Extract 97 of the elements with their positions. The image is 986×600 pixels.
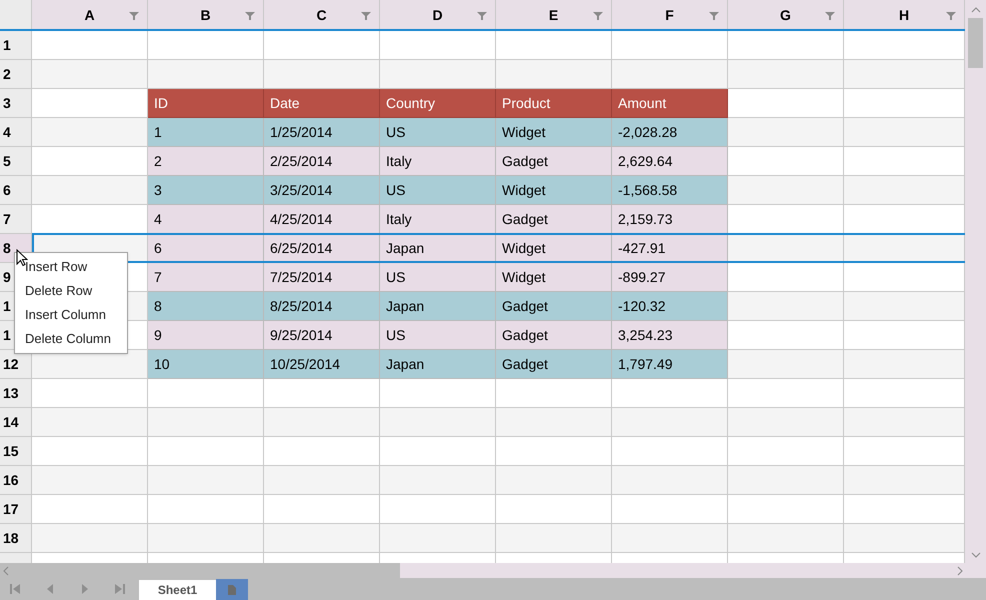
filter-icon[interactable] [361,11,371,21]
table-cell: 4/25/2014 [264,205,380,234]
column-header[interactable]: A [32,0,148,29]
table-cell: 1,797.49 [612,350,728,379]
row-header[interactable]: 1 [0,31,32,60]
table-cell: US [380,263,496,292]
table-header-cell: Country [380,89,496,118]
row-header[interactable]: 6 [0,176,32,205]
scroll-up-icon[interactable] [970,6,980,14]
scrollbar-thumb[interactable] [0,563,400,578]
last-sheet-icon[interactable] [114,583,126,595]
menu-item[interactable]: Insert Column [15,303,127,327]
table-cell: US [380,176,496,205]
table-cell: Widget [496,176,612,205]
table-cell: Japan [380,292,496,321]
table-cell: 6/25/2014 [264,234,380,263]
table-cell: 9/25/2014 [264,321,380,350]
column-header[interactable]: B [148,0,264,29]
filter-icon[interactable] [946,11,956,21]
table-cell: Japan [380,350,496,379]
table-cell: -899.27 [612,263,728,292]
table-cell: Gadget [496,321,612,350]
menu-item[interactable]: Delete Column [15,327,127,351]
table-cell: 3 [148,176,264,205]
table-cell: 4 [148,205,264,234]
row-header[interactable]: 12 [0,350,32,379]
filter-icon[interactable] [593,11,603,21]
filter-icon[interactable] [129,11,139,21]
filter-icon[interactable] [477,11,487,21]
table-cell: -427.91 [612,234,728,263]
row-header[interactable]: 2 [0,60,32,89]
table-cell: 3/25/2014 [264,176,380,205]
table-cell: 1/25/2014 [264,118,380,147]
table-cell: 2,159.73 [612,205,728,234]
table-cell: Gadget [496,350,612,379]
table-cell: Gadget [496,147,612,176]
table-cell: 9 [148,321,264,350]
row-header[interactable]: 4 [0,118,32,147]
corner-cell[interactable] [0,0,32,29]
table-cell: 2/25/2014 [264,147,380,176]
add-sheet-button[interactable] [216,579,248,600]
table-cell: Widget [496,263,612,292]
table-cell: Widget [496,118,612,147]
table-cell: Italy [380,205,496,234]
table-cell: 2,629.64 [612,147,728,176]
table-cell: 8 [148,292,264,321]
table-cell: Italy [380,147,496,176]
row-header[interactable]: 16 [0,466,32,495]
table-cell: 7/25/2014 [264,263,380,292]
new-sheet-icon [228,584,236,594]
row-header[interactable]: 7 [0,205,32,234]
column-header[interactable]: G [728,0,844,29]
table-cell: Gadget [496,292,612,321]
table-header-cell: Amount [612,89,728,118]
table-cell: Widget [496,234,612,263]
table-cell: 8/25/2014 [264,292,380,321]
filter-icon[interactable] [709,11,719,21]
filter-icon[interactable] [245,11,255,21]
table-cell: 10 [148,350,264,379]
column-header[interactable]: E [496,0,612,29]
filter-icon[interactable] [825,11,835,21]
table-cell: 6 [148,234,264,263]
table-header-cell: ID [148,89,264,118]
horizontal-scrollbar[interactable] [0,563,986,578]
table-cell: 3,254.23 [612,321,728,350]
table-cell: 7 [148,263,264,292]
row-header[interactable] [0,553,32,563]
table-cell: -120.32 [612,292,728,321]
table-cell: 1 [148,118,264,147]
column-header[interactable]: F [612,0,728,29]
table-cell: US [380,321,496,350]
column-header[interactable]: D [380,0,496,29]
sheet-tab[interactable]: Sheet1 [139,580,216,600]
row-header[interactable]: 17 [0,495,32,524]
scroll-right-icon[interactable] [956,566,964,576]
table-cell: 10/25/2014 [264,350,380,379]
row-header[interactable]: 15 [0,437,32,466]
menu-item[interactable]: Delete Row [15,279,127,303]
table-cell: Gadget [496,205,612,234]
table-cell: -2,028.28 [612,118,728,147]
table-header-cell: Product [496,89,612,118]
row-header[interactable]: 13 [0,379,32,408]
scroll-down-icon[interactable] [970,551,980,559]
table-cell: 2 [148,147,264,176]
table-header-cell: Date [264,89,380,118]
table-cell: -1,568.58 [612,176,728,205]
column-header[interactable]: C [264,0,380,29]
scroll-left-icon[interactable] [2,566,10,576]
row-header[interactable]: 5 [0,147,32,176]
row-header[interactable]: 18 [0,524,32,553]
row-header[interactable]: 14 [0,408,32,437]
first-sheet-icon[interactable] [9,583,21,595]
table-cell: Japan [380,234,496,263]
scrollbar-thumb[interactable] [968,18,983,68]
row-header[interactable]: 3 [0,89,32,118]
vertical-scrollbar[interactable] [965,0,986,563]
table-cell: US [380,118,496,147]
